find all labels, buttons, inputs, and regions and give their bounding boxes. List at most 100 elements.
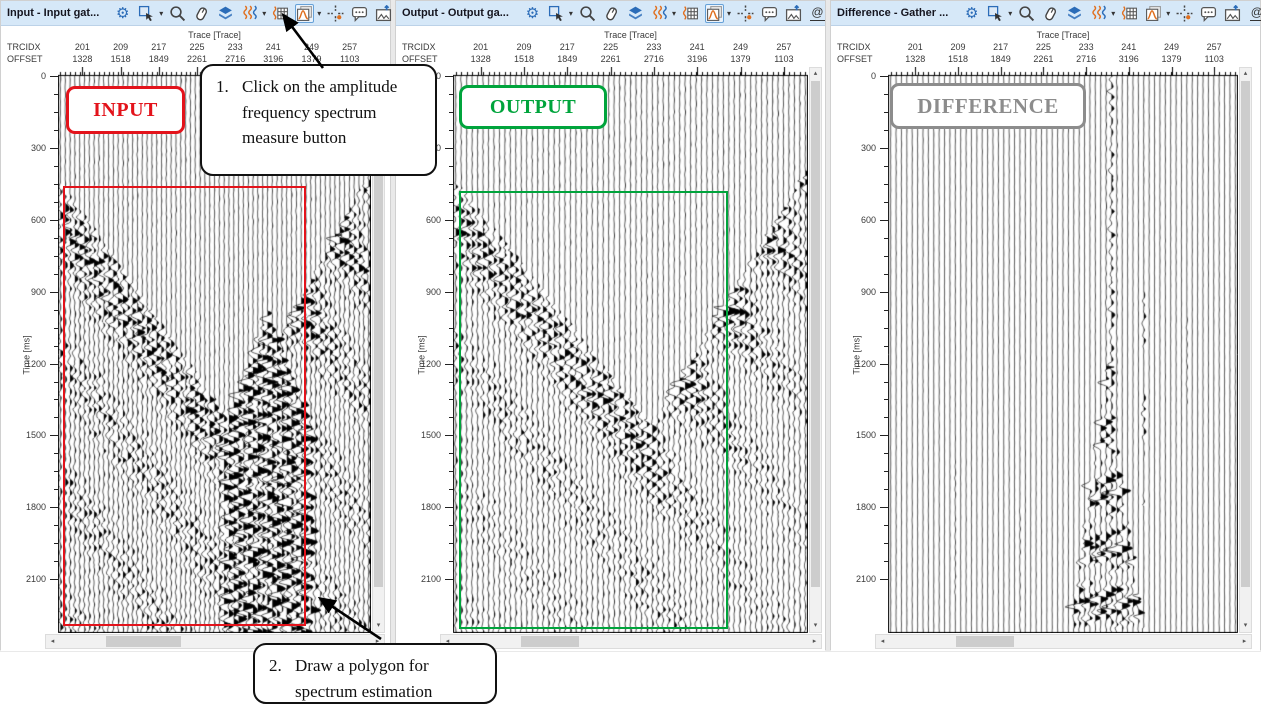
horizontal-scroll-thumb[interactable] <box>521 636 579 647</box>
export-image-icon[interactable] <box>784 4 803 23</box>
time-tick <box>880 292 888 293</box>
layers-icon[interactable] <box>216 4 235 23</box>
overlay-label-difference: DIFFERENCE <box>890 83 1086 129</box>
horizontal-scrollbar-difference[interactable]: ◂▸ <box>875 634 1252 649</box>
trcidx-row-label: TRCIDX <box>7 42 41 52</box>
wiggle-display-icon[interactable] <box>650 4 669 23</box>
selection-mode-dropdown-caret-icon[interactable]: ▾ <box>1008 9 1012 18</box>
selection-mode-icon[interactable] <box>986 4 1005 23</box>
time-tick-label: 2100 <box>407 574 441 584</box>
horizontal-scroll-thumb[interactable] <box>106 636 181 647</box>
comment-icon[interactable] <box>760 4 779 23</box>
trcidx-value: 201 <box>908 42 923 52</box>
comment-icon[interactable] <box>350 4 369 23</box>
trace-grid-icon[interactable] <box>271 4 290 23</box>
layers-icon[interactable] <box>1065 4 1084 23</box>
spectrum-measure-icon[interactable] <box>705 4 724 23</box>
spectrum-measure-dropdown-caret-icon[interactable]: ▾ <box>727 9 731 18</box>
spectrum-measure-icon[interactable] <box>295 4 314 23</box>
settings-gear-icon[interactable]: ⚙ <box>962 4 981 23</box>
scroll-left-arrow-icon[interactable]: ◂ <box>46 635 59 648</box>
mouse-tracking-icon[interactable] <box>602 4 621 23</box>
panel-titlebar-output: Output - Output ga...⚙▾▾▾@▾ <box>396 1 825 26</box>
zoom-icon[interactable] <box>1017 4 1036 23</box>
export-image-icon[interactable] <box>374 4 393 23</box>
seismic-wiggle-canvas-difference[interactable] <box>888 67 1238 633</box>
trcidx-value: 209 <box>113 42 128 52</box>
trcidx-value: 209 <box>950 42 965 52</box>
annotation-at-icon[interactable]: @ <box>808 4 827 23</box>
trcidx-value: 249 <box>733 42 748 52</box>
wiggle-display-icon[interactable] <box>240 4 259 23</box>
time-tick <box>50 220 58 221</box>
vertical-scrollbar-output[interactable]: ▴▾ <box>809 67 822 633</box>
seismic-wiggle-canvas-output[interactable] <box>453 67 808 633</box>
time-tick <box>50 292 58 293</box>
trcidx-value: 225 <box>189 42 204 52</box>
panel-title-output: Output - Output ga... <box>402 7 509 19</box>
settings-gear-icon[interactable]: ⚙ <box>113 4 132 23</box>
wiggle-display-icon[interactable] <box>1089 4 1108 23</box>
scroll-left-arrow-icon[interactable]: ◂ <box>876 635 889 648</box>
trcidx-value: 233 <box>228 42 243 52</box>
selection-mode-icon[interactable] <box>137 4 156 23</box>
time-tick-label: 1200 <box>842 359 876 369</box>
trace-axis-title: Trace [Trace] <box>188 30 241 40</box>
horizontal-scrollbar-output[interactable]: ◂▸ <box>440 634 822 649</box>
offset-value: 1103 <box>774 54 793 64</box>
zoom-icon[interactable] <box>168 4 187 23</box>
offset-value: 1103 <box>340 54 359 64</box>
trcidx-value: 209 <box>516 42 531 52</box>
time-tick <box>50 435 58 436</box>
crosshair-icon[interactable] <box>1175 4 1194 23</box>
time-tick <box>880 148 888 149</box>
trcidx-value: 257 <box>1207 42 1222 52</box>
crosshair-icon[interactable] <box>326 4 345 23</box>
scroll-down-arrow-icon[interactable]: ▾ <box>810 620 821 632</box>
time-tick <box>445 292 453 293</box>
scroll-down-arrow-icon[interactable]: ▾ <box>1240 620 1251 632</box>
scroll-right-arrow-icon[interactable]: ▸ <box>1238 635 1251 648</box>
comment-icon[interactable] <box>1199 4 1218 23</box>
seismic-plot-area-difference[interactable]: DIFFERENCE <box>888 67 1238 633</box>
trcidx-value: 257 <box>776 42 791 52</box>
offset-value: 1379 <box>730 54 750 64</box>
scroll-up-arrow-icon[interactable]: ▴ <box>1240 68 1251 80</box>
time-tick <box>880 579 888 580</box>
scroll-right-arrow-icon[interactable]: ▸ <box>808 635 821 648</box>
callout-step-1-text: Click on the amplitude frequency spectru… <box>242 74 425 166</box>
trace-grid-icon[interactable] <box>681 4 700 23</box>
crosshair-icon[interactable] <box>736 4 755 23</box>
annotation-at-icon[interactable]: @ <box>1247 4 1261 23</box>
layers-icon[interactable] <box>626 4 645 23</box>
selection-mode-dropdown-caret-icon[interactable]: ▾ <box>569 9 573 18</box>
selection-mode-dropdown-caret-icon[interactable]: ▾ <box>159 9 163 18</box>
horizontal-scroll-thumb[interactable] <box>956 636 1014 647</box>
export-image-icon[interactable] <box>1223 4 1242 23</box>
offset-value: 1849 <box>557 54 577 64</box>
callout-step-2-number: 2. <box>269 653 295 694</box>
time-tick <box>445 507 453 508</box>
wiggle-display-dropdown-caret-icon[interactable]: ▾ <box>672 9 676 18</box>
trcidx-value: 217 <box>560 42 575 52</box>
scroll-down-arrow-icon[interactable]: ▾ <box>373 620 384 632</box>
spectrum-measure-dropdown-caret-icon[interactable]: ▾ <box>1166 9 1170 18</box>
callout-step-1-number: 1. <box>216 74 242 166</box>
spectrum-measure-icon[interactable] <box>1144 4 1163 23</box>
vertical-scrollbar-difference[interactable]: ▴▾ <box>1239 67 1252 633</box>
wiggle-display-dropdown-caret-icon[interactable]: ▾ <box>262 9 266 18</box>
spectrum-measure-dropdown-caret-icon[interactable]: ▾ <box>317 9 321 18</box>
scroll-up-arrow-icon[interactable]: ▴ <box>810 68 821 80</box>
wiggle-display-dropdown-caret-icon[interactable]: ▾ <box>1111 9 1115 18</box>
trcidx-value: 233 <box>1079 42 1094 52</box>
vertical-scroll-thumb[interactable] <box>811 81 820 587</box>
vertical-scroll-thumb[interactable] <box>1241 81 1250 587</box>
trace-grid-icon[interactable] <box>1120 4 1139 23</box>
selection-mode-icon[interactable] <box>547 4 566 23</box>
settings-gear-icon[interactable]: ⚙ <box>523 4 542 23</box>
mouse-tracking-icon[interactable] <box>192 4 211 23</box>
mouse-tracking-icon[interactable] <box>1041 4 1060 23</box>
trcidx-value: 241 <box>690 42 705 52</box>
zoom-icon[interactable] <box>578 4 597 23</box>
seismic-plot-area-output[interactable]: OUTPUT <box>453 67 808 633</box>
